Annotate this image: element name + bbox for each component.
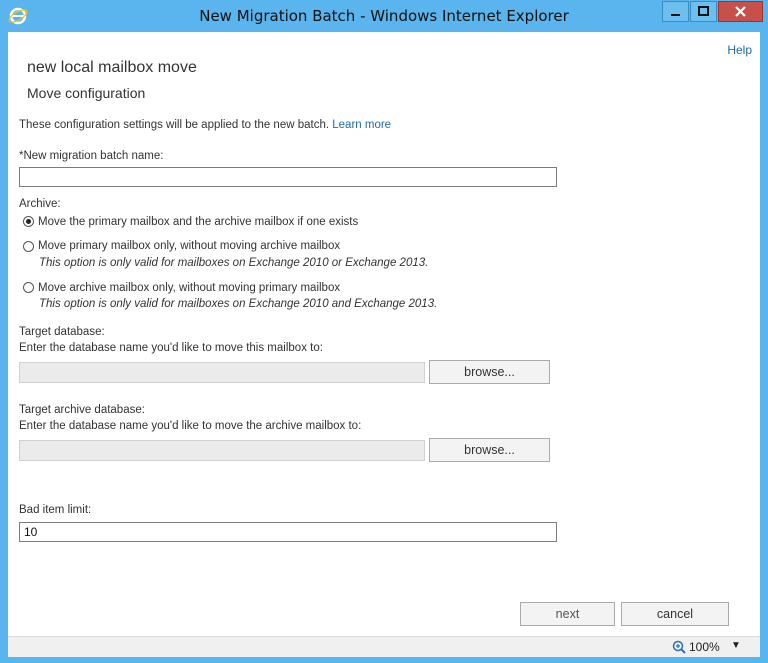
window-title: New Migration Batch - Windows Internet E… bbox=[199, 7, 569, 25]
batch-name-input[interactable] bbox=[19, 167, 557, 187]
target-archive-database-browse-button[interactable]: browse... bbox=[429, 438, 550, 462]
target-database-hint: Enter the database name you'd like to mo… bbox=[19, 342, 323, 354]
radio-primary-only[interactable] bbox=[23, 241, 34, 252]
target-archive-database-input bbox=[19, 440, 425, 461]
zoom-level[interactable]: 100% bbox=[689, 640, 720, 654]
option-primary-only-note: This option is only valid for mailboxes … bbox=[39, 257, 429, 269]
target-database-browse-button[interactable]: browse... bbox=[429, 360, 550, 384]
zoom-dropdown-icon[interactable]: ▼ bbox=[731, 640, 741, 651]
close-icon bbox=[735, 6, 746, 17]
option-primary-and-archive-label: Move the primary mailbox and the archive… bbox=[38, 216, 359, 228]
help-link[interactable]: Help bbox=[727, 43, 752, 57]
batch-name-label: *New migration batch name: bbox=[19, 150, 164, 162]
target-archive-database-label: Target archive database: bbox=[19, 404, 145, 416]
next-button[interactable]: next bbox=[520, 602, 615, 626]
target-archive-database-hint: Enter the database name you'd like to mo… bbox=[19, 420, 362, 432]
zoom-icon[interactable] bbox=[672, 640, 686, 654]
option-archive-only-note: This option is only valid for mailboxes … bbox=[39, 298, 438, 310]
archive-label: Archive: bbox=[19, 198, 61, 210]
cancel-button[interactable]: cancel bbox=[621, 602, 729, 626]
title-bar: New Migration Batch - Windows Internet E… bbox=[0, 0, 768, 32]
dialog-content: Help new local mailbox move Move configu… bbox=[8, 32, 760, 636]
status-bar: 100% ▼ bbox=[8, 636, 760, 657]
bad-item-limit-label: Bad item limit: bbox=[19, 504, 92, 516]
target-database-input bbox=[19, 362, 425, 383]
learn-more-link[interactable]: Learn more bbox=[332, 119, 391, 131]
radio-archive-only[interactable] bbox=[23, 282, 34, 293]
page-title: new local mailbox move bbox=[27, 59, 197, 76]
radio-primary-and-archive[interactable] bbox=[23, 216, 34, 227]
minimize-button[interactable] bbox=[662, 1, 689, 22]
option-primary-only-label: Move primary mailbox only, without movin… bbox=[38, 240, 341, 252]
close-button[interactable] bbox=[718, 1, 763, 22]
option-archive-only-label: Move archive mailbox only, without movin… bbox=[38, 282, 341, 294]
bad-item-limit-input[interactable] bbox=[19, 522, 557, 542]
maximize-icon bbox=[698, 6, 709, 16]
maximize-button[interactable] bbox=[690, 1, 717, 22]
intro-description: These configuration settings will be app… bbox=[19, 119, 330, 131]
target-database-label: Target database: bbox=[19, 326, 105, 338]
page-subtitle: Move configuration bbox=[27, 85, 146, 101]
intro-text: These configuration settings will be app… bbox=[19, 119, 391, 131]
minimize-icon bbox=[671, 14, 680, 16]
